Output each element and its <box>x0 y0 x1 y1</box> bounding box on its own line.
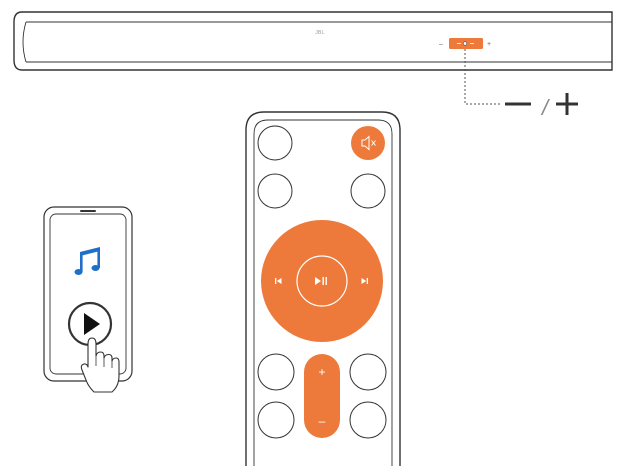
remote-button-left-upper[interactable] <box>257 353 295 391</box>
smartphone <box>43 206 133 393</box>
remote-button-second-left[interactable] <box>257 173 293 209</box>
phone-speaker-slot <box>80 210 96 212</box>
remote-button-right-upper[interactable] <box>349 353 387 391</box>
soundbar: JBL – + <box>13 11 613 71</box>
remote-play-pause-button[interactable] <box>296 255 348 307</box>
panel-indicator-dot <box>462 41 468 46</box>
remote-volume-plus[interactable]: + <box>318 365 325 379</box>
remote-control: + – <box>245 111 401 466</box>
soundbar-body <box>13 11 613 71</box>
panel-plus-mark: + <box>487 41 491 48</box>
volume-callout: / <box>505 93 578 120</box>
callout-minus-symbol <box>505 102 531 106</box>
remote-button-top-left[interactable] <box>257 125 293 161</box>
soundbar-remote-diagram: JBL – + / + – <box>13 11 613 466</box>
remote-button-right-lower[interactable] <box>349 401 387 439</box>
callout-plus-vertical <box>565 93 569 115</box>
callout-separator: / <box>540 95 550 120</box>
panel-minus-mark: – <box>439 41 443 48</box>
remote-volume-minus[interactable]: – <box>319 414 326 428</box>
remote-button-left-lower[interactable] <box>257 401 295 439</box>
remote-button-second-right[interactable] <box>350 173 386 209</box>
soundbar-brand-logo: JBL <box>315 30 325 36</box>
remote-mute-button[interactable] <box>351 126 385 160</box>
